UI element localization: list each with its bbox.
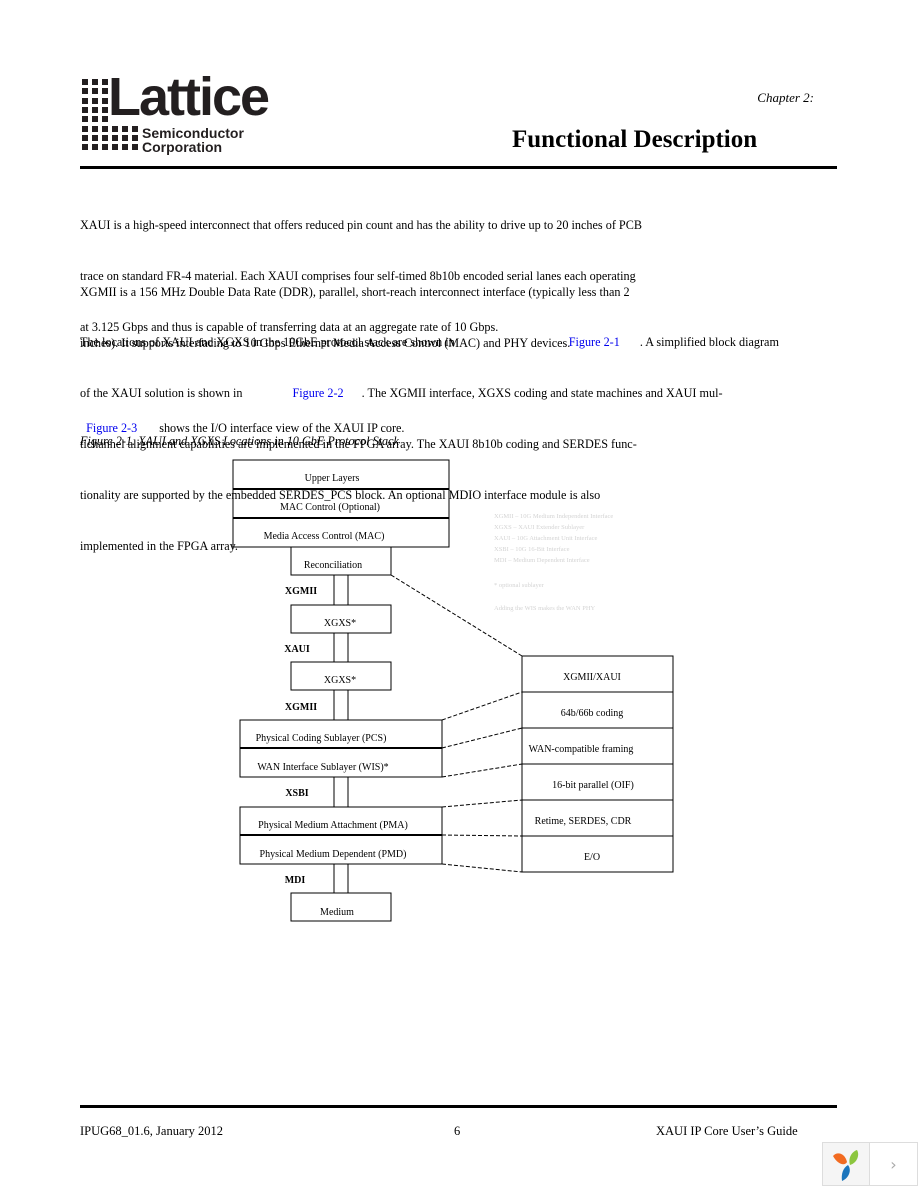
- interface-xgmii-top: XGMII: [285, 586, 317, 597]
- detail-64b66b: 64b/66b coding: [561, 708, 624, 719]
- detail-eo: E/O: [584, 852, 600, 863]
- interface-xaui: XAUI: [284, 644, 310, 655]
- dashed-connector: [441, 727, 523, 749]
- dashed-connector: [441, 834, 523, 837]
- label-reconciliation: Reconciliation: [304, 560, 362, 571]
- label-medium: Medium: [320, 907, 354, 918]
- protocol-stack-diagram: Upper Layers MAC Control (Optional) Medi…: [232, 459, 674, 922]
- viewer-widget: ›: [822, 1142, 918, 1186]
- legend-line: XGMII – 10G Medium Independent Interface: [494, 513, 613, 520]
- label-pcs: Physical Coding Sublayer (PCS): [256, 733, 387, 744]
- label-xgxs-bottom: XGXS*: [324, 675, 356, 686]
- viewer-logo[interactable]: [823, 1143, 870, 1185]
- label-mac: Media Access Control (MAC): [264, 531, 385, 542]
- faint-legend: XGMII – 10G Medium Independent Interface…: [494, 513, 613, 612]
- label-pma: Physical Medium Attachment (PMA): [258, 820, 408, 831]
- dashed-connector: [441, 691, 523, 721]
- interface-mdi: MDI: [285, 875, 306, 886]
- legend-note-optional: * optional sublayer: [494, 582, 545, 589]
- detail-retime-serdes-cdr: Retime, SERDES, CDR: [535, 816, 632, 827]
- footer-doc-title: XAUI IP Core User’s Guide: [656, 1124, 798, 1138]
- dashed-connector: [441, 799, 523, 808]
- footer-page-number: 6: [454, 1124, 461, 1138]
- logo-leaf-green: [849, 1150, 859, 1165]
- legend-line: XSBI – 10G 16-Bit Interface: [494, 546, 570, 553]
- chevron-right-icon: ›: [890, 1154, 897, 1174]
- footer-doc-id: IPUG68_01.6, January 2012: [80, 1124, 224, 1138]
- interface-xgmii-bottom: XGMII: [285, 702, 317, 713]
- dashed-connector: [441, 863, 523, 873]
- legend-line: XAUI – 10G Attachment Unit Interface: [494, 535, 598, 542]
- footer-rule: [80, 1105, 837, 1108]
- legend-line: MDI – Medium Dependent Interface: [494, 557, 590, 564]
- label-wis: WAN Interface Sublayer (WIS)*: [257, 762, 388, 773]
- label-mac-control: MAC Control (Optional): [280, 502, 380, 513]
- detail-xgmii-xaui: XGMII/XAUI: [563, 672, 621, 683]
- detail-16bit-parallel: 16-bit parallel (OIF): [552, 780, 634, 791]
- label-pmd: Physical Medium Dependent (PMD): [260, 849, 407, 860]
- dashed-connector: [441, 763, 523, 778]
- legend-note-wan: Adding the WIS makes the WAN PHY: [494, 605, 596, 612]
- viewer-logo-icon: [833, 1150, 859, 1181]
- detail-wan-framing: WAN-compatible framing: [529, 744, 634, 755]
- label-upper-layers: Upper Layers: [305, 473, 360, 484]
- logo-leaf-orange: [833, 1153, 847, 1165]
- logo-leaf-blue: [841, 1165, 850, 1181]
- label-xgxs-top: XGXS*: [324, 618, 356, 629]
- legend-line: XGXS – XAUI Extender Sublayer: [494, 524, 585, 531]
- interface-xsbi: XSBI: [285, 788, 308, 799]
- next-page-button[interactable]: ›: [870, 1143, 917, 1185]
